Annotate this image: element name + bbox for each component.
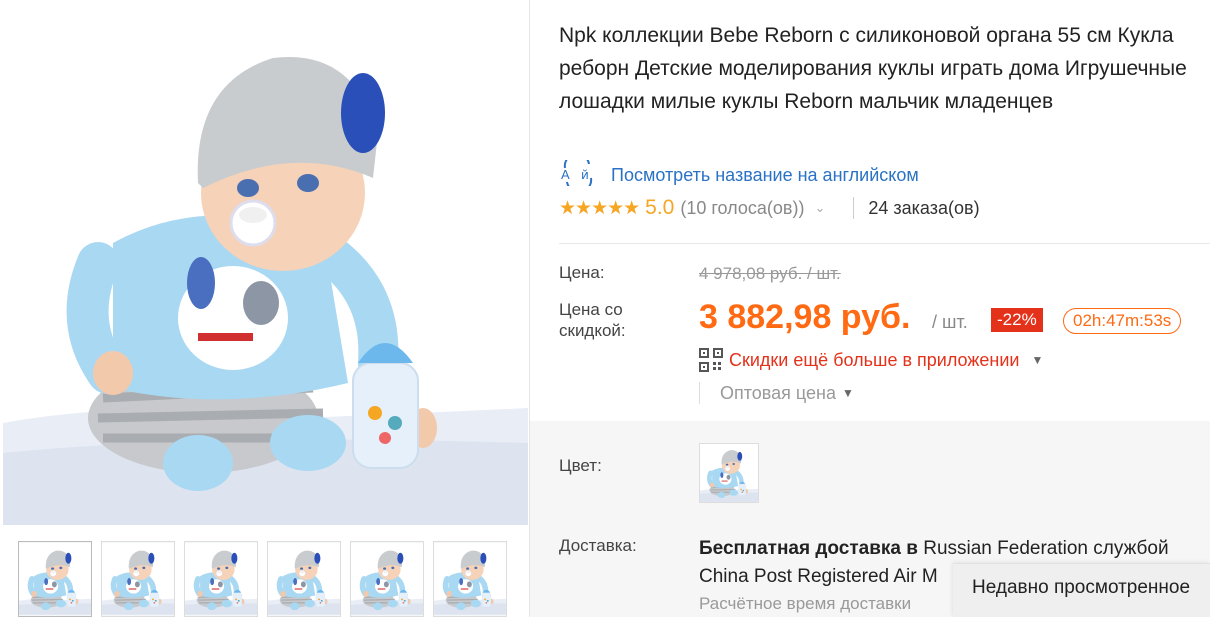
thumbnail-2[interactable]: [101, 541, 175, 617]
price-label: Цена:: [559, 263, 605, 282]
shipping-estimate: Расчётное время доставки: [699, 594, 912, 613]
wholesale-price-toggle[interactable]: Оптовая цена ▼: [699, 382, 854, 404]
translate-link-label[interactable]: Посмотреть название на английском: [611, 165, 919, 186]
thumbnail-5[interactable]: [350, 541, 424, 617]
votes-count[interactable]: (10 голоса(ов)): [680, 198, 804, 219]
app-discount-label[interactable]: Скидки ещё больше в приложении: [729, 350, 1019, 371]
countdown-timer: 02h:47m:53s: [1063, 308, 1182, 334]
chevron-down-icon[interactable]: ⌄: [814, 200, 825, 216]
thumbnail-strip: [18, 541, 507, 617]
shipping-label: Доставка:: [559, 536, 637, 555]
divider: [699, 382, 700, 404]
product-gallery: [0, 0, 530, 617]
caret-down-icon[interactable]: ▼: [1031, 353, 1043, 367]
orders-count: 24 заказа(ов): [868, 197, 980, 218]
thumbnail-3[interactable]: [184, 541, 258, 617]
discount-price-label: Цена со скидкой:: [559, 300, 626, 340]
svg-text:й: й: [581, 168, 589, 182]
translate-icon: A й: [559, 152, 599, 194]
color-label: Цвет:: [559, 456, 602, 475]
shipping-country[interactable]: Russian Federation: [923, 538, 1088, 559]
thumbnail-1[interactable]: [18, 541, 92, 617]
thumbnail-6[interactable]: [433, 541, 507, 617]
main-product-image[interactable]: [3, 3, 528, 525]
star-rating-icon: ★★★★★: [559, 197, 640, 219]
caret-down-icon[interactable]: ▼: [842, 386, 854, 400]
product-details: Npk коллекции Bebe Reborn с силиконовой …: [530, 0, 1210, 617]
thumbnail-4[interactable]: [267, 541, 341, 617]
rating-value: 5.0: [645, 196, 675, 219]
svg-text:A: A: [561, 167, 570, 182]
rating-row: ★★★★★ 5.0 (10 голоса(ов)) ⌄ 24 заказа(ов…: [559, 196, 980, 220]
section-divider: [559, 243, 1210, 244]
recently-viewed-panel[interactable]: Недавно просмотренное: [953, 563, 1210, 617]
wholesale-price-label[interactable]: Оптовая цена: [720, 383, 836, 404]
product-title: Npk коллекции Bebe Reborn с силиконовой …: [559, 24, 1187, 113]
recently-viewed-label[interactable]: Недавно просмотренное: [972, 577, 1190, 598]
per-unit-label: / шт.: [932, 312, 968, 332]
translate-title-link[interactable]: A й Посмотреть название на английском: [559, 152, 919, 194]
free-shipping-text: Бесплатная доставка в: [699, 538, 918, 559]
divider: [853, 197, 855, 219]
old-price: 4 978,08 руб. / шт.: [699, 264, 841, 283]
doll-image: [3, 3, 528, 525]
discount-badge: -22%: [991, 308, 1043, 332]
color-option-swatch[interactable]: [699, 443, 759, 503]
app-discount-link[interactable]: Скидки ещё больше в приложении ▼: [699, 348, 1043, 372]
discounted-price: 3 882,98 руб.: [699, 298, 911, 336]
qr-code-icon: [699, 348, 723, 372]
